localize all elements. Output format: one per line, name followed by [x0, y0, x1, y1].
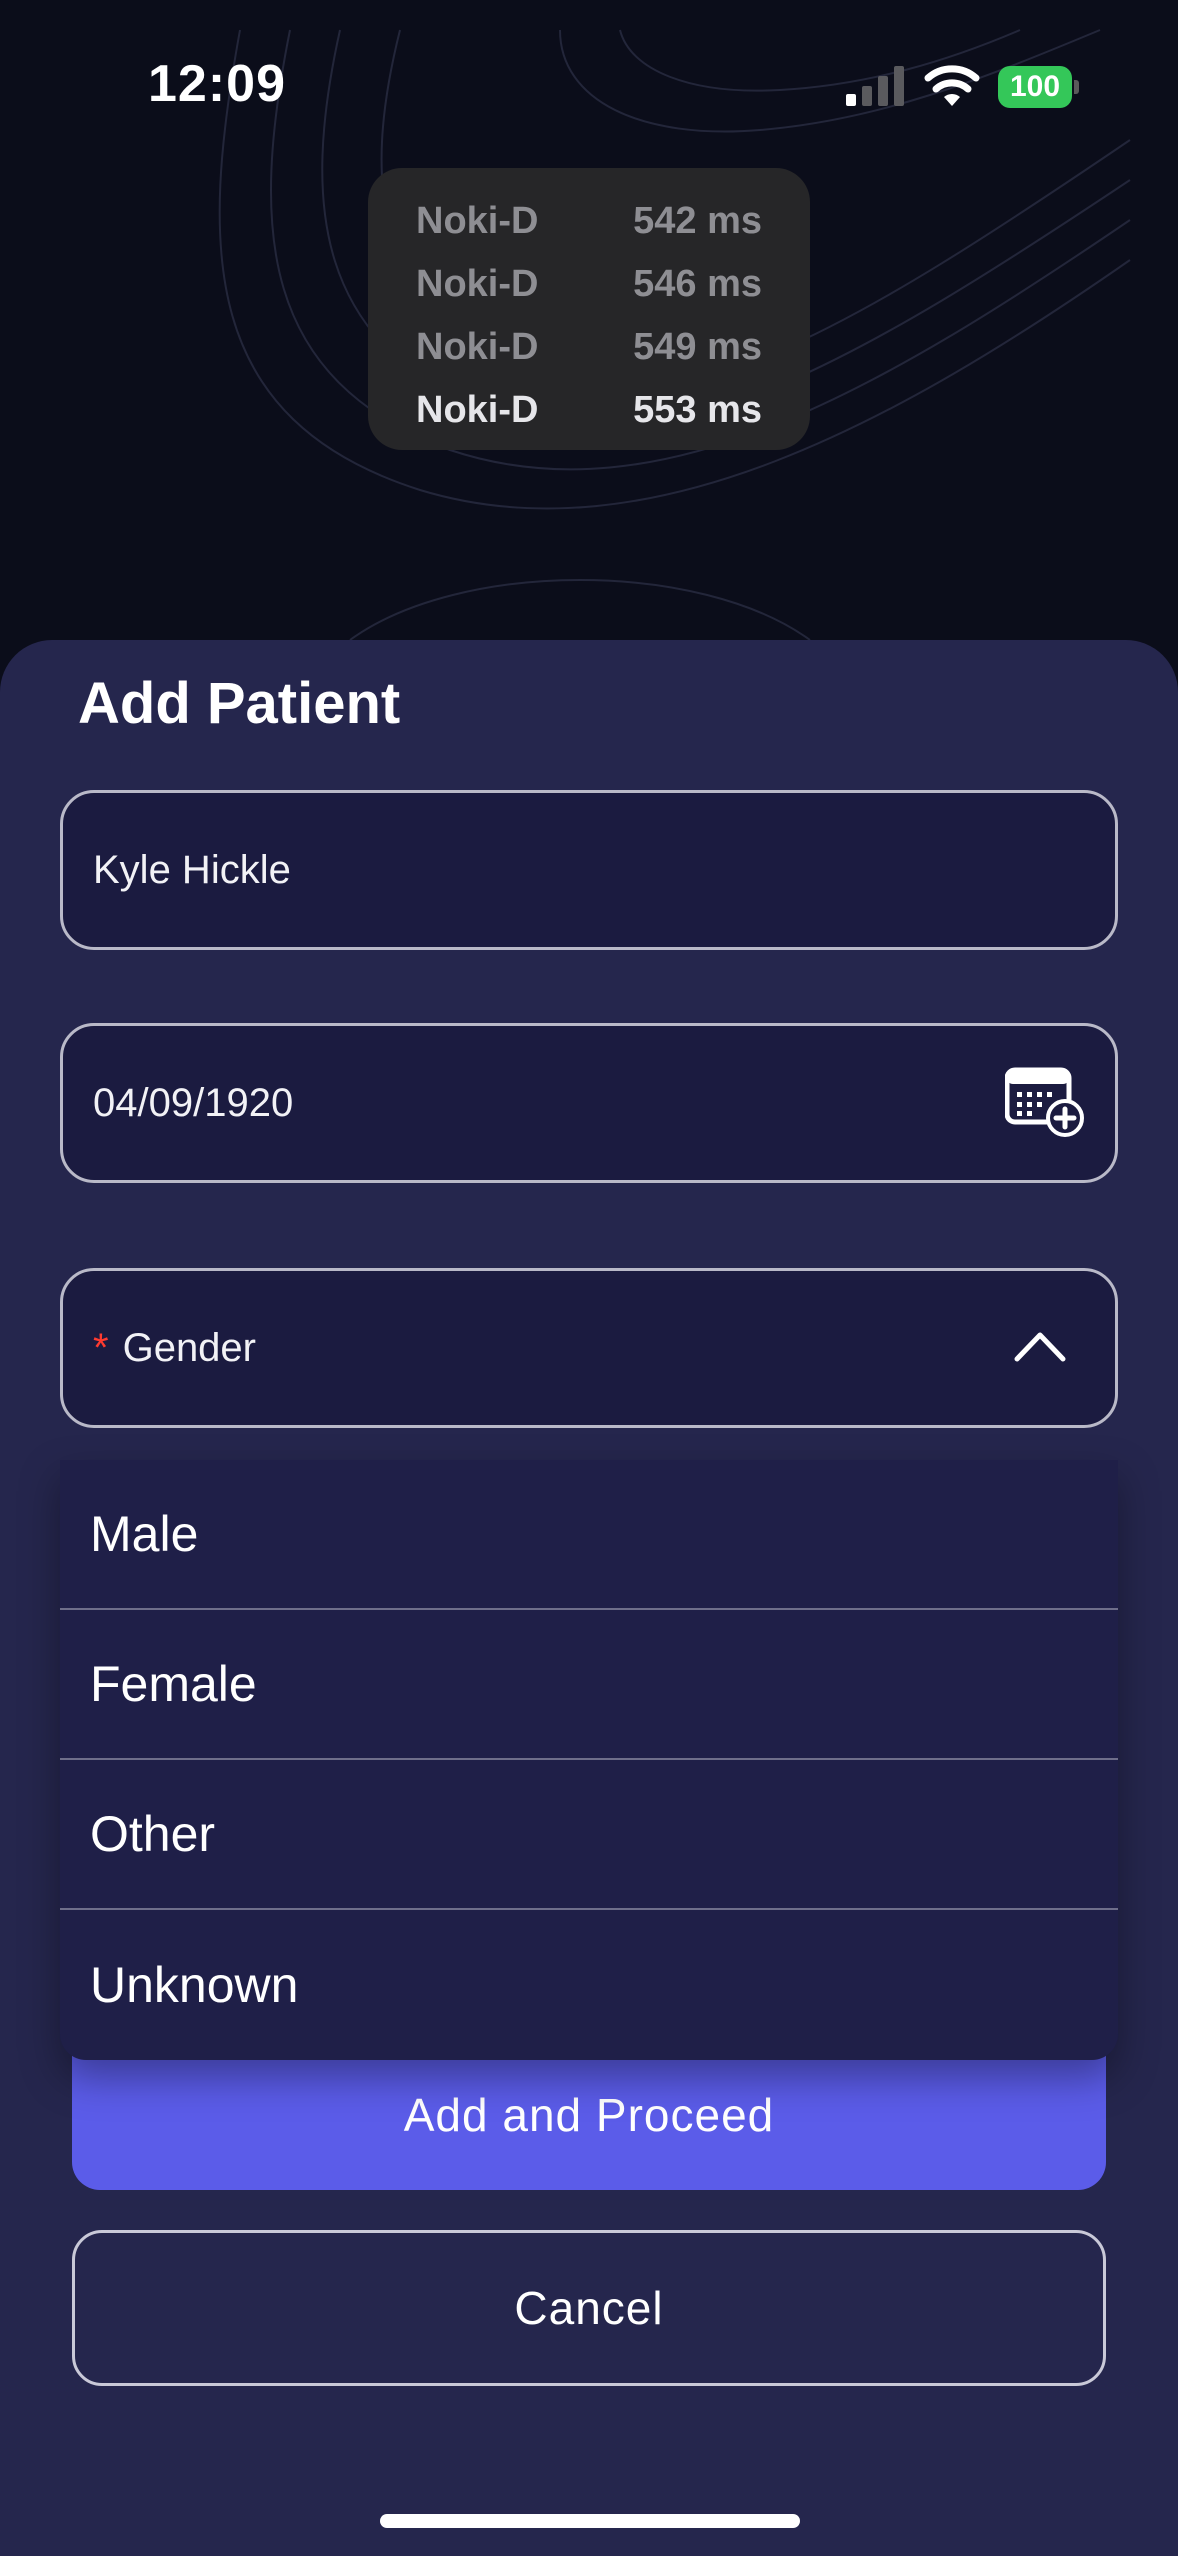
patient-name-field[interactable]: Kyle Hickle: [60, 790, 1118, 950]
chevron-up-icon[interactable]: [1013, 1327, 1067, 1363]
latency-row: Noki-D 549 ms: [416, 316, 762, 379]
battery-icon: 100: [998, 66, 1079, 108]
battery-cap: [1074, 80, 1079, 94]
latency-device: Noki-D: [416, 200, 539, 242]
required-mark: *: [93, 1325, 109, 1370]
latency-value: 546 ms: [633, 263, 762, 305]
patient-name-value[interactable]: Kyle Hickle: [93, 793, 291, 947]
gender-label[interactable]: * Gender: [93, 1271, 256, 1425]
latency-row: Noki-D 546 ms: [416, 253, 762, 316]
status-time: 12:09: [148, 55, 286, 113]
latency-row-current: Noki-D 553 ms: [416, 379, 762, 442]
latency-value: 542 ms: [633, 200, 762, 242]
latency-device: Noki-D: [416, 389, 539, 431]
gender-option-unknown[interactable]: Unknown: [60, 1910, 1118, 2060]
battery-level: 100: [998, 66, 1072, 108]
latency-value: 553 ms: [633, 389, 762, 431]
wifi-icon: [924, 65, 980, 106]
latency-row: Noki-D 542 ms: [416, 190, 762, 253]
gender-option-other[interactable]: Other: [60, 1760, 1118, 1910]
gender-select[interactable]: * Gender: [60, 1268, 1118, 1428]
status-bar: 12:09 100: [0, 0, 1178, 170]
add-patient-sheet: Add Patient Kyle Hickle 04/09/1920 * Gen…: [0, 640, 1178, 2556]
gender-option-female[interactable]: Female: [60, 1610, 1118, 1760]
gender-option-male[interactable]: Male: [60, 1460, 1118, 1610]
sheet-title: Add Patient: [78, 671, 401, 736]
cellular-signal-icon: [846, 66, 904, 106]
latency-device: Noki-D: [416, 326, 539, 368]
home-indicator[interactable]: [380, 2514, 800, 2528]
calendar-add-icon[interactable]: [1005, 1064, 1085, 1140]
date-of-birth-value[interactable]: 04/09/1920: [93, 1026, 293, 1180]
latency-value: 549 ms: [633, 326, 762, 368]
gender-dropdown: Male Female Other Unknown: [60, 1460, 1118, 2060]
gender-placeholder: Gender: [122, 1325, 256, 1370]
date-of-birth-field[interactable]: 04/09/1920: [60, 1023, 1118, 1183]
latency-overlay: Noki-D 542 ms Noki-D 546 ms Noki-D 549 m…: [368, 168, 810, 450]
latency-device: Noki-D: [416, 263, 539, 305]
add-and-proceed-button[interactable]: Add and Proceed: [72, 2040, 1106, 2190]
cancel-button[interactable]: Cancel: [72, 2230, 1106, 2386]
